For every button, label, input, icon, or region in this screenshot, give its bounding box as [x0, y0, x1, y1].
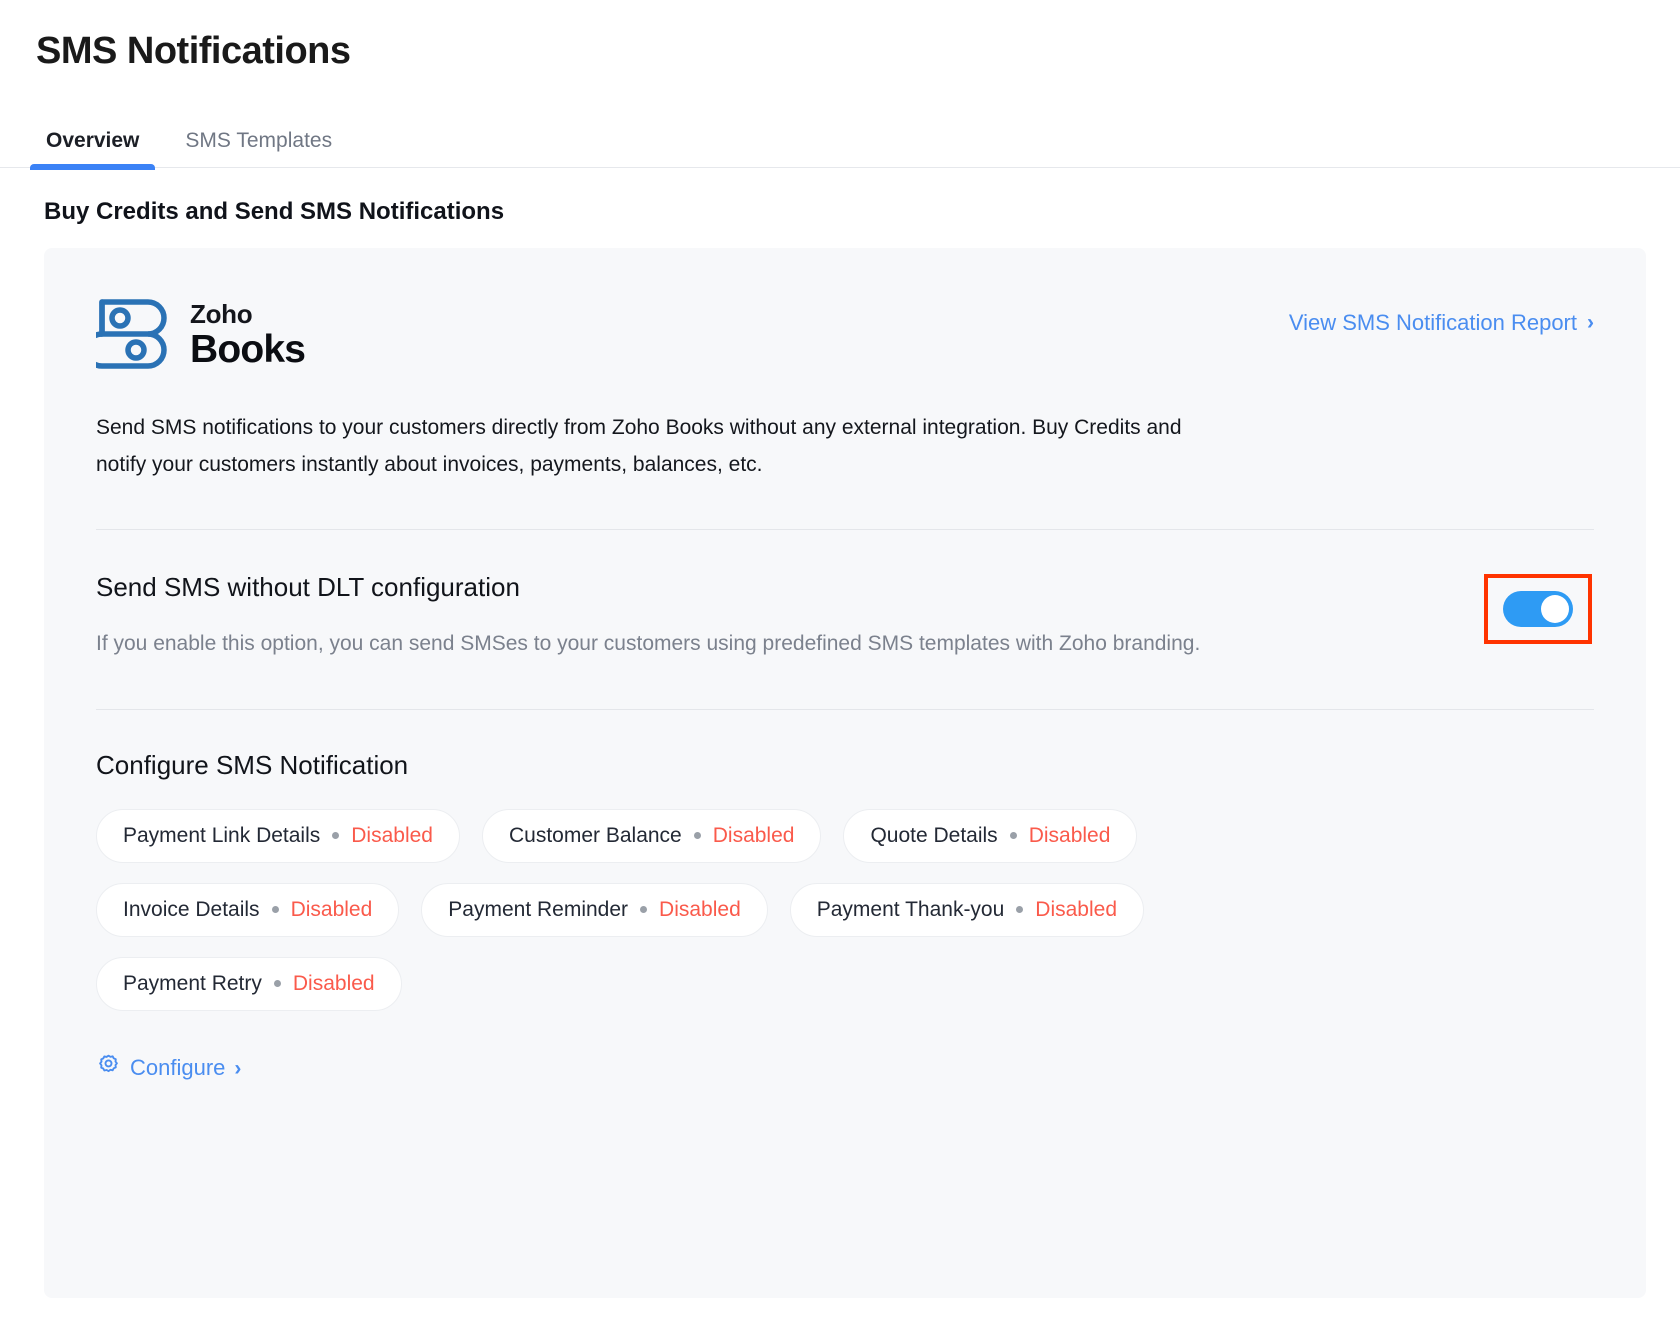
- dlt-toggle-highlight: [1484, 574, 1592, 644]
- pill-label: Payment Link Details: [123, 824, 320, 848]
- brand-text: Zoho Books: [190, 301, 305, 369]
- sms-notifications-page: SMS Notifications Overview SMS Templates…: [0, 0, 1680, 1332]
- separator-dot-icon: [1016, 906, 1023, 913]
- chevron-right-icon: ›: [1587, 312, 1594, 333]
- tab-overview[interactable]: Overview: [30, 130, 155, 167]
- brand-row: Zoho Books View SMS Notification Report …: [96, 292, 1594, 379]
- page-header: SMS Notifications: [0, 0, 1680, 76]
- tab-overview-label: Overview: [46, 129, 139, 152]
- configure-link[interactable]: Configure ›: [96, 1053, 241, 1084]
- status-badge: Disabled: [1029, 824, 1111, 848]
- status-badge: Disabled: [351, 824, 433, 848]
- notification-pill-quote-details[interactable]: Quote Details Disabled: [843, 809, 1137, 863]
- pill-label: Customer Balance: [509, 824, 682, 848]
- sms-overview-card: Zoho Books View SMS Notification Report …: [44, 248, 1646, 1298]
- notification-pill-payment-link-details[interactable]: Payment Link Details Disabled: [96, 809, 460, 863]
- configure-sms-section: Configure SMS Notification Payment Link …: [96, 710, 1594, 1084]
- dlt-section: Send SMS without DLT configuration If yo…: [96, 530, 1594, 662]
- separator-dot-icon: [694, 832, 701, 839]
- notification-pill-payment-thank-you[interactable]: Payment Thank-you Disabled: [790, 883, 1144, 937]
- page-body: Buy Credits and Send SMS Notifications: [0, 168, 1680, 1298]
- configure-link-label: Configure: [130, 1055, 225, 1081]
- pill-row: Payment Link Details Disabled Customer B…: [96, 809, 1594, 863]
- pill-row: Invoice Details Disabled Payment Reminde…: [96, 883, 1594, 937]
- toggle-knob: [1541, 595, 1569, 623]
- dlt-toggle-switch[interactable]: [1503, 591, 1573, 627]
- pill-label: Payment Thank-you: [817, 898, 1005, 922]
- brand-zoho: Zoho: [190, 301, 305, 327]
- tab-sms-templates[interactable]: SMS Templates: [169, 130, 348, 167]
- brand-books: Books: [190, 330, 305, 369]
- status-badge: Disabled: [293, 972, 375, 996]
- notification-pill-invoice-details[interactable]: Invoice Details Disabled: [96, 883, 399, 937]
- status-badge: Disabled: [1035, 898, 1117, 922]
- configure-title: Configure SMS Notification: [96, 750, 1594, 781]
- chevron-right-icon: ›: [234, 1058, 241, 1079]
- report-link-label: View SMS Notification Report: [1289, 310, 1577, 336]
- page-title: SMS Notifications: [36, 28, 1680, 76]
- section-heading: Buy Credits and Send SMS Notifications: [44, 198, 1646, 226]
- dlt-text-group: Send SMS without DLT configuration If yo…: [96, 572, 1200, 662]
- separator-dot-icon: [1010, 832, 1017, 839]
- tab-bar: Overview SMS Templates: [0, 112, 1680, 168]
- notification-pill-groups: Payment Link Details Disabled Customer B…: [96, 809, 1594, 1011]
- separator-dot-icon: [272, 906, 279, 913]
- status-badge: Disabled: [291, 898, 373, 922]
- pill-label: Payment Retry: [123, 972, 262, 996]
- pill-row: Payment Retry Disabled: [96, 957, 1594, 1011]
- card-description: Send SMS notifications to your customers…: [96, 409, 1186, 484]
- separator-dot-icon: [332, 832, 339, 839]
- notification-pill-customer-balance[interactable]: Customer Balance Disabled: [482, 809, 821, 863]
- dlt-description: If you enable this option, you can send …: [96, 625, 1200, 662]
- notification-pill-payment-retry[interactable]: Payment Retry Disabled: [96, 957, 402, 1011]
- separator-dot-icon: [274, 980, 281, 987]
- view-sms-notification-report-link[interactable]: View SMS Notification Report ›: [1289, 310, 1594, 336]
- status-badge: Disabled: [659, 898, 741, 922]
- zoho-books-logo-icon: [96, 292, 170, 379]
- tab-sms-templates-label: SMS Templates: [185, 129, 332, 152]
- pill-label: Quote Details: [870, 824, 997, 848]
- gear-icon: [96, 1053, 121, 1084]
- status-badge: Disabled: [713, 824, 795, 848]
- notification-pill-payment-reminder[interactable]: Payment Reminder Disabled: [421, 883, 767, 937]
- separator-dot-icon: [640, 906, 647, 913]
- zoho-books-brand: Zoho Books: [96, 292, 305, 379]
- pill-label: Payment Reminder: [448, 898, 628, 922]
- pill-label: Invoice Details: [123, 898, 260, 922]
- dlt-title: Send SMS without DLT configuration: [96, 572, 1200, 603]
